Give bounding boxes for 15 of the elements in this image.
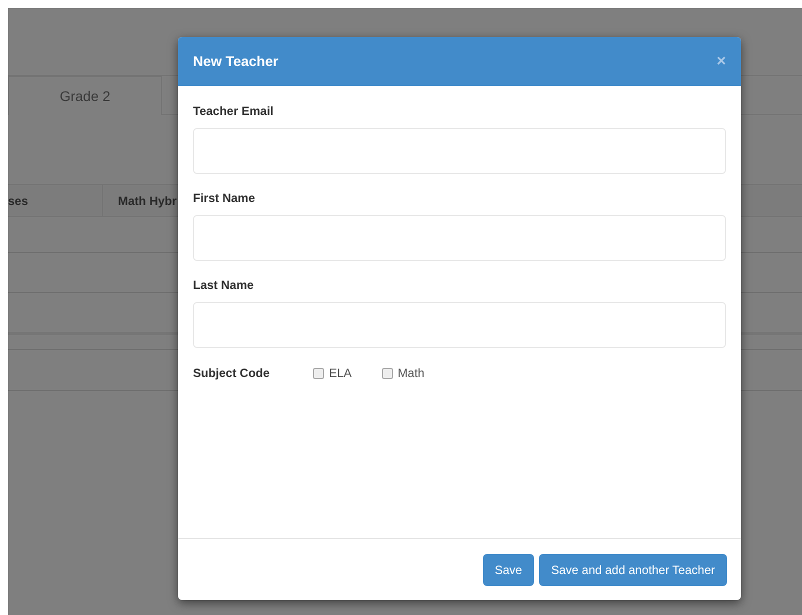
field-label: First Name [193, 190, 256, 207]
checkbox[interactable] [313, 368, 324, 378]
column-header: Math Hybr [117, 192, 178, 210]
column-header: ses [8, 185, 103, 216]
checkbox-label: Math [398, 365, 424, 382]
checkbox[interactable] [382, 368, 393, 378]
field-label: Last Name [193, 277, 255, 294]
close-button[interactable]: × [716, 54, 726, 70]
save-and-add-button[interactable]: Save and add another Teacher [539, 554, 727, 586]
grade-tab[interactable]: Grade 2 [8, 76, 162, 115]
checkbox-label: ELA [329, 365, 352, 382]
field-label: Subject Code [193, 365, 271, 382]
dialog-title: New Teacher [193, 52, 278, 71]
save-button[interactable]: Save [482, 554, 534, 586]
field-label: Teacher Email [193, 103, 274, 120]
